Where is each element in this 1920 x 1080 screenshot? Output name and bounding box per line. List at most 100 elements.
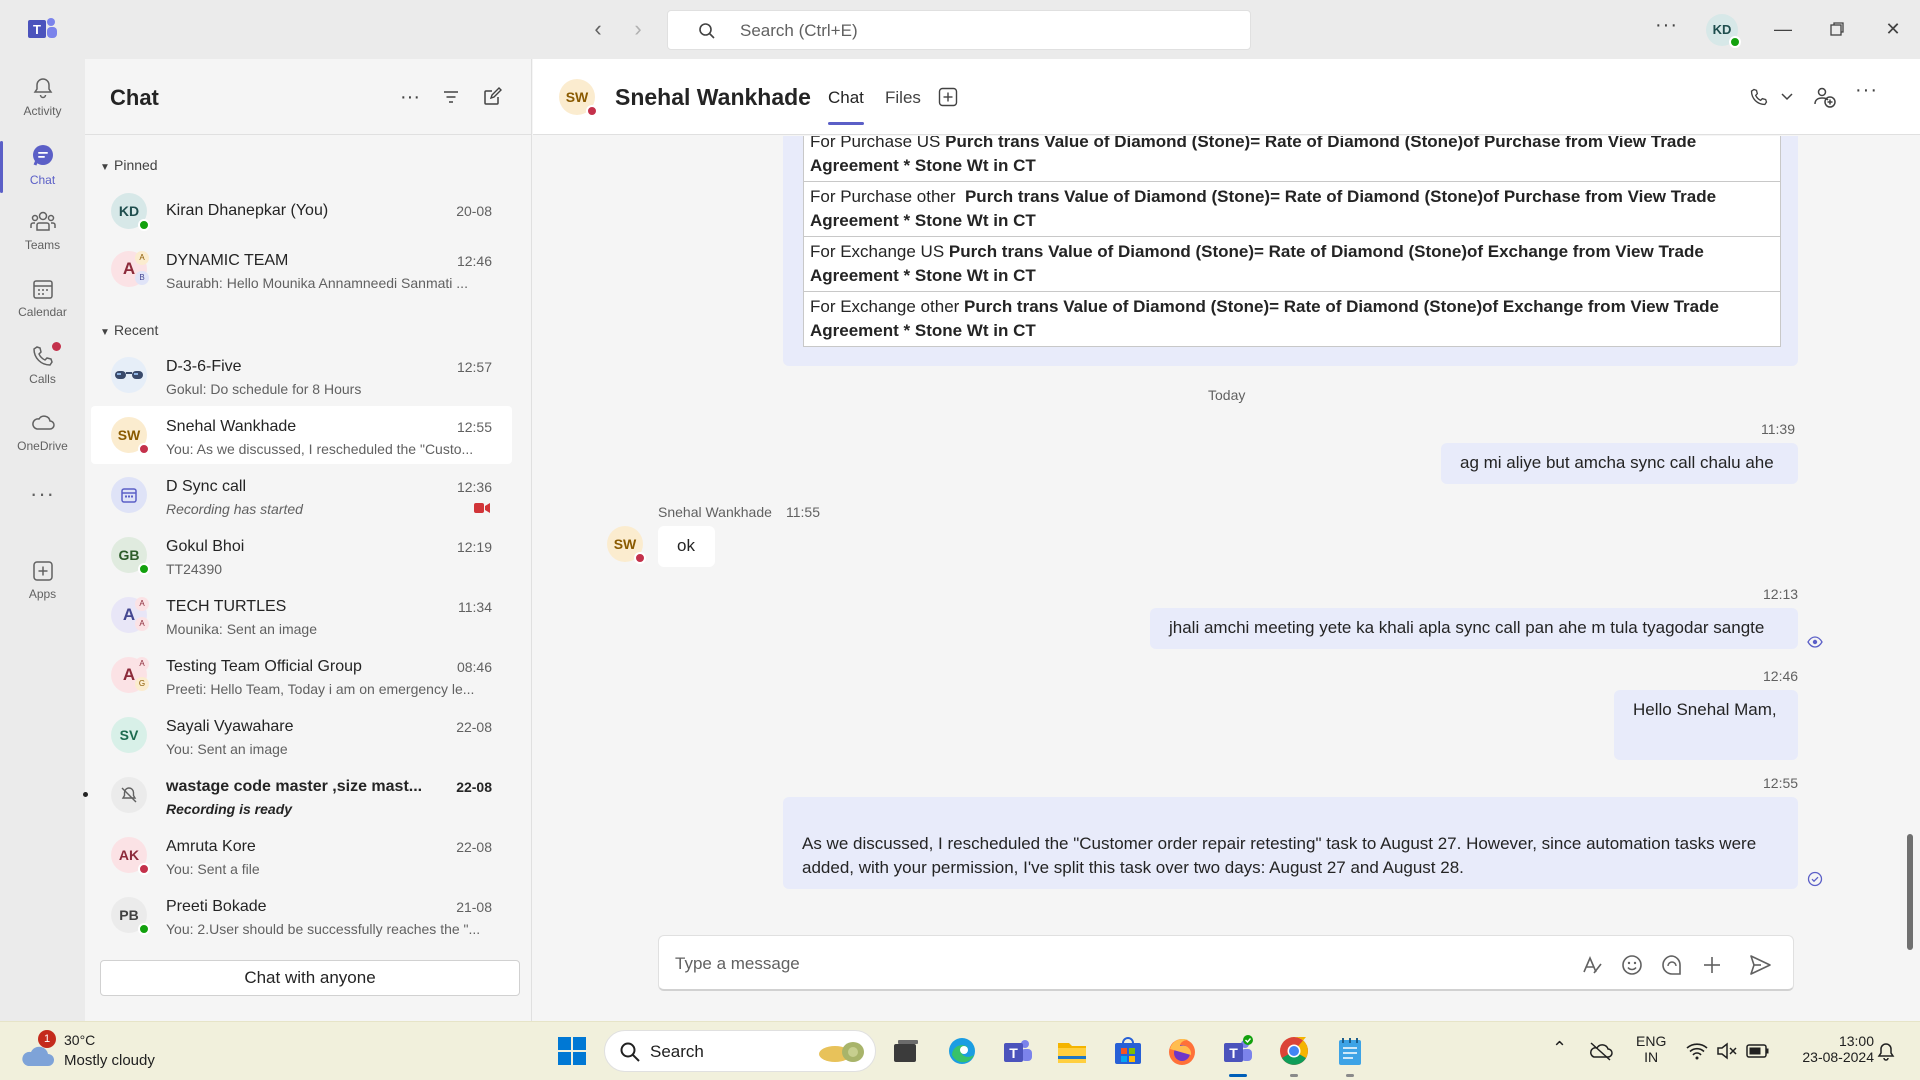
chat-item-name: TECH TURTLES <box>166 598 287 615</box>
taskbar-search[interactable]: Search <box>604 1030 876 1072</box>
compose-box[interactable] <box>658 935 1794 991</box>
message-bubble-outgoing[interactable]: Hello Snehal Mam, <box>1614 690 1798 760</box>
back-arrow-icon[interactable]: ‹ <box>584 16 612 44</box>
chat-item-name: D Sync call <box>166 478 247 495</box>
notepad-app[interactable] <box>1334 1035 1366 1077</box>
language-indicator[interactable]: ENG IN <box>1636 1033 1666 1065</box>
more-options-icon[interactable]: ··· <box>396 83 424 111</box>
message-time: 11:55 <box>786 504 820 520</box>
show-hidden-icons-icon[interactable]: ⌃ <box>1552 1038 1567 1059</box>
more-options-icon[interactable]: ··· <box>1855 79 1878 102</box>
rail-label: Calls <box>29 372 56 386</box>
message-bubble-outgoing[interactable]: jhali amchi meeting yete ka khali apla s… <box>1150 608 1798 649</box>
more-options-icon[interactable]: ··· <box>1655 14 1678 37</box>
rail-chat[interactable]: Chat <box>0 133 85 199</box>
edge-icon[interactable] <box>946 1035 978 1067</box>
region-code: IN <box>1644 1049 1659 1065</box>
chat-item-wastage-code-master[interactable]: wastage code master ,size mast... Record… <box>83 766 512 824</box>
table-row: For Purchase US Purch trans Value of Dia… <box>803 136 1781 182</box>
unread-dot <box>83 792 88 797</box>
recent-section-toggle[interactable]: ▼ Recent <box>100 322 158 338</box>
volume-muted-icon[interactable] <box>1716 1042 1738 1060</box>
message-scrollbar[interactable] <box>1907 834 1913 950</box>
format-icon[interactable] <box>1579 952 1605 978</box>
message-text: ag mi aliye but amcha sync call chalu ah… <box>1460 453 1774 472</box>
meeting-calendar-icon <box>121 488 137 503</box>
rail-calls[interactable]: Calls <box>0 334 85 400</box>
chat-item-testing-team[interactable]: A A G Testing Team Official Group Preeti… <box>91 646 512 704</box>
weather-condition: Mostly cloudy <box>64 1052 155 1069</box>
chat-item-time: 12:36 <box>456 479 492 495</box>
close-icon[interactable]: ✕ <box>1878 14 1908 44</box>
chat-item-snehal-wankhade[interactable]: SW Snehal Wankhade You: As we discussed,… <box>91 406 512 464</box>
rail-label: Apps <box>28 587 57 601</box>
chat-item-time: 22-08 <box>456 779 492 795</box>
rail-calendar[interactable]: Calendar <box>0 267 85 333</box>
message-bubble-outgoing[interactable]: ag mi aliye but amcha sync call chalu ah… <box>1441 443 1798 484</box>
file-explorer-icon[interactable] <box>1056 1035 1088 1067</box>
chat-item-d-3-6-five[interactable]: D-3-6-Five Gokul: Do schedule for 8 Hour… <box>91 346 512 404</box>
avatar <box>111 777 147 813</box>
new-chat-icon[interactable] <box>478 83 506 111</box>
notification-bell-icon[interactable] <box>1876 1042 1896 1062</box>
message-input[interactable] <box>675 952 1535 976</box>
presence-busy-icon <box>586 105 598 117</box>
presence-available-icon <box>138 563 150 575</box>
chevron-down-icon[interactable] <box>1781 93 1793 101</box>
forward-arrow-icon[interactable]: › <box>624 16 652 44</box>
plus-icon[interactable] <box>1699 952 1725 978</box>
global-search[interactable] <box>667 10 1251 50</box>
chat-item-sayali-vyawahare[interactable]: SV Sayali Vyawahare You: Sent an image 2… <box>91 706 512 764</box>
chat-with-anyone-button[interactable]: Chat with anyone <box>100 960 520 996</box>
loop-icon[interactable] <box>1659 952 1685 978</box>
clock[interactable]: 13:00 23-08-2024 <box>1784 1033 1874 1065</box>
chat-item-kiran-dhanepkar[interactable]: KD Kiran Dhanepkar (You) 20-08 <box>91 182 512 240</box>
firefox-icon[interactable] <box>1166 1035 1198 1067</box>
chat-item-preeti-bokade[interactable]: PB Preeti Bokade You: 2.User should be s… <box>91 886 512 944</box>
search-input[interactable] <box>740 19 1220 43</box>
teams-active-app[interactable]: T <box>1222 1035 1254 1077</box>
send-icon[interactable] <box>1747 952 1773 978</box>
avatar-initials: GB <box>118 547 140 563</box>
sender-avatar[interactable]: SW <box>607 526 646 564</box>
chat-item-d-sync-call[interactable]: D Sync call Recording has started 12:36 <box>91 466 512 524</box>
store-icon[interactable] <box>1112 1035 1144 1067</box>
minimize-icon[interactable]: — <box>1768 14 1798 44</box>
chrome-app[interactable] <box>1278 1035 1310 1077</box>
battery-icon[interactable] <box>1746 1043 1770 1059</box>
add-tab-icon[interactable] <box>938 87 958 107</box>
add-people-icon[interactable] <box>1813 85 1837 109</box>
wifi-icon[interactable] <box>1686 1042 1708 1060</box>
add-apps-icon <box>32 561 53 581</box>
restore-icon[interactable] <box>1822 14 1852 44</box>
rail-apps[interactable]: Apps <box>0 549 85 615</box>
task-view-icon[interactable] <box>890 1035 922 1067</box>
rail-onedrive[interactable]: OneDrive <box>0 401 85 467</box>
rail-activity[interactable]: Activity <box>0 66 85 132</box>
user-avatar[interactable]: KD <box>1706 14 1741 48</box>
chat-item-amruta-kore[interactable]: AK Amruta Kore You: Sent a file 22-08 <box>91 826 512 884</box>
rail-label: Activity <box>23 104 62 118</box>
message-bubble-outgoing[interactable]: As we discussed, I rescheduled the "Cust… <box>783 797 1798 889</box>
teams-app-icon[interactable]: T <box>1002 1035 1034 1067</box>
windows-start-icon[interactable] <box>556 1035 588 1067</box>
onedrive-sync-icon[interactable] <box>1588 1040 1614 1062</box>
chat-item-tech-turtles[interactable]: A A A TECH TURTLES Mounika: Sent an imag… <box>91 586 512 644</box>
filter-icon[interactable] <box>437 83 465 111</box>
call-icon[interactable] <box>1749 87 1769 107</box>
pinned-section-toggle[interactable]: ▼ Pinned <box>100 157 158 173</box>
chat-item-gokul-bhoi[interactable]: GB Gokul Bhoi TT24390 12:19 <box>91 526 512 584</box>
more-apps-icon[interactable]: ··· <box>0 481 85 517</box>
rail-teams[interactable]: Teams <box>0 200 85 266</box>
section-label-text: Recent <box>114 322 159 338</box>
emoji-icon[interactable] <box>1619 952 1645 978</box>
table-row: For Purchase other Purch trans Value of … <box>803 181 1781 237</box>
chat-item-dynamic-team[interactable]: A A B DYNAMIC TEAM Saurabh: Hello Mounik… <box>91 240 512 298</box>
tab-chat[interactable]: Chat <box>828 88 864 125</box>
contact-avatar[interactable]: SW <box>559 79 598 117</box>
avatar: SW <box>111 417 150 455</box>
weather-widget[interactable]: 1 30°C Mostly cloudy <box>20 1030 180 1074</box>
message-bubble-incoming[interactable]: ok <box>658 526 715 567</box>
tab-files[interactable]: Files <box>885 88 921 108</box>
table-cell: For Exchange other Purch trans Value of … <box>803 291 1781 347</box>
